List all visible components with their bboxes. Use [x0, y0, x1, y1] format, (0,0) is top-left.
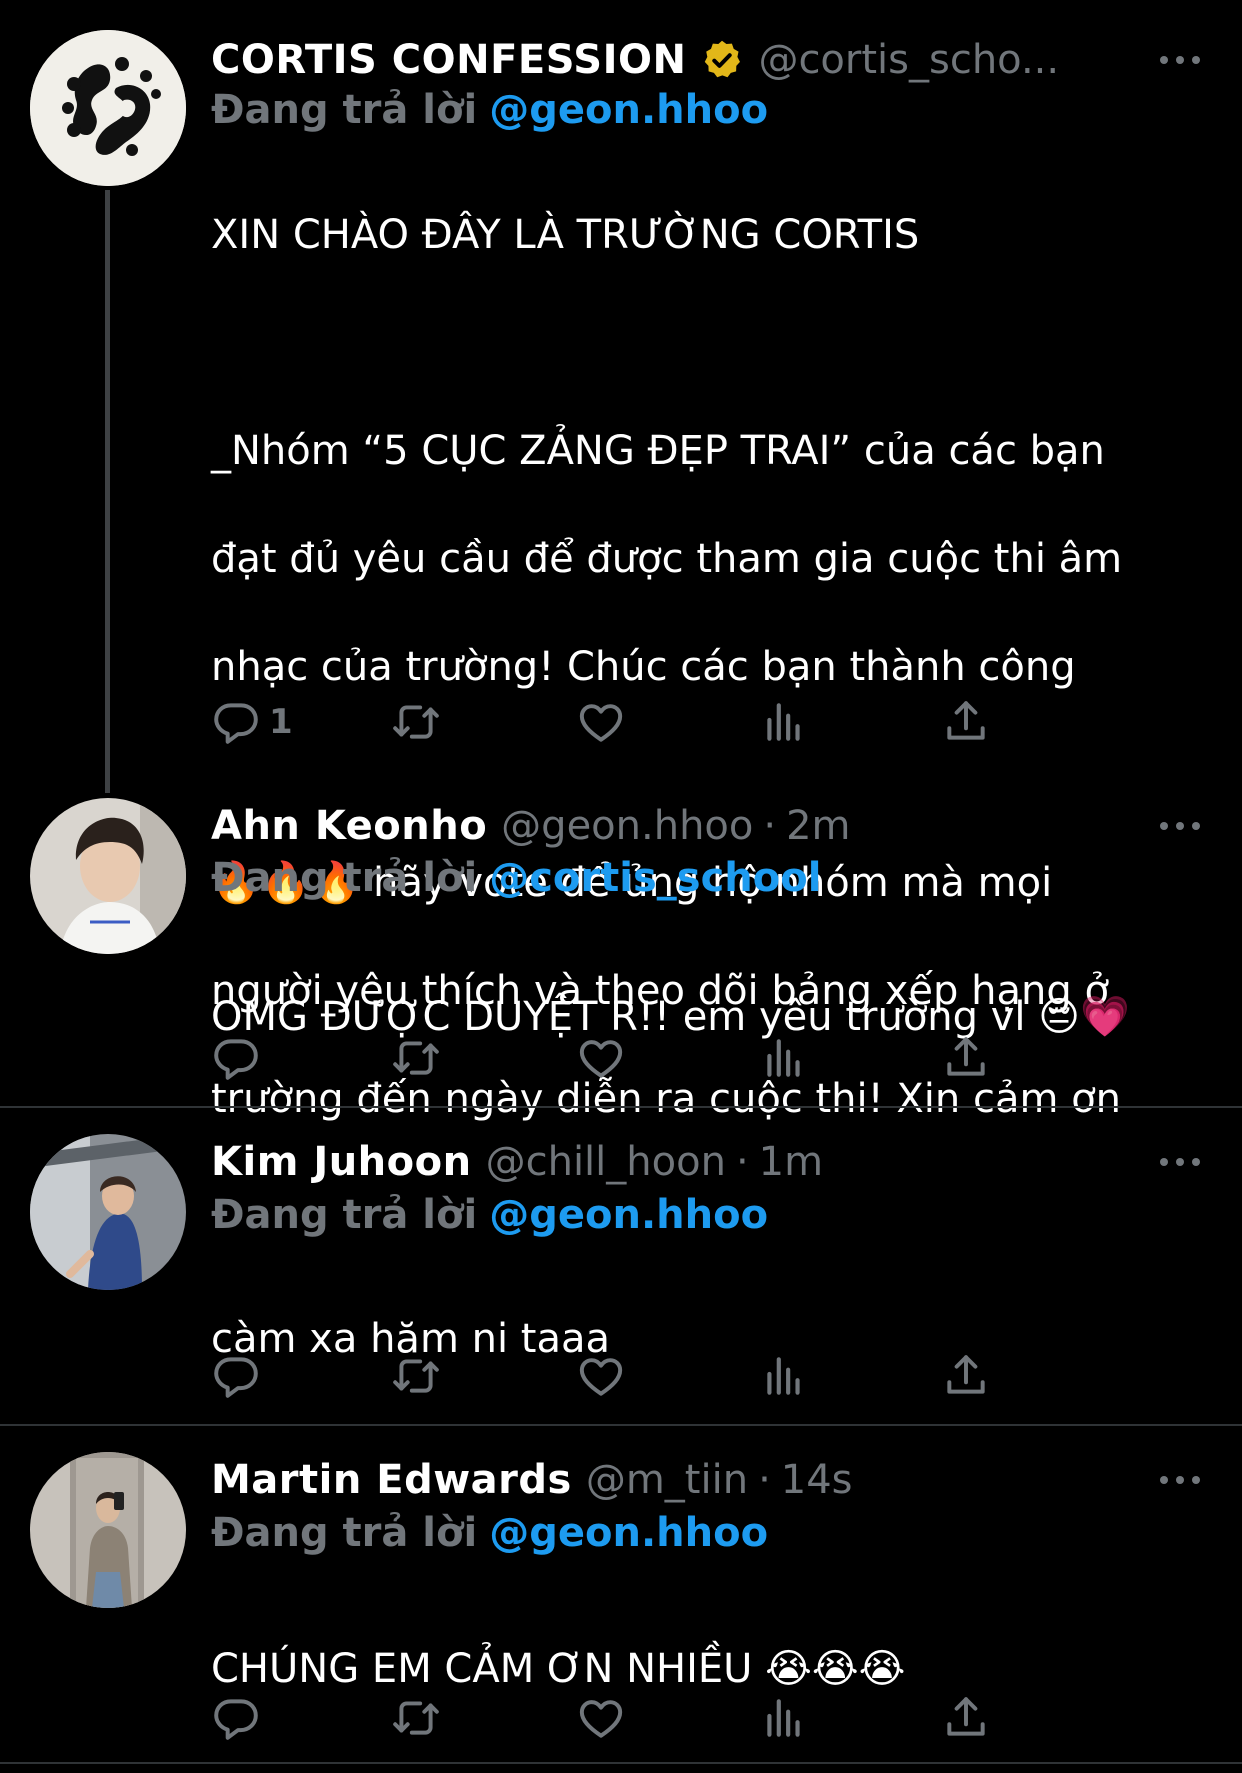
tweet-header: Kim Juhoon @chill_hoon · 1m: [211, 1132, 823, 1192]
timestamp[interactable]: 14s: [781, 1457, 853, 1503]
separator-dot: ·: [735, 1139, 749, 1185]
display-name[interactable]: CORTIS CONFESSION: [211, 37, 686, 83]
retweet-button[interactable]: [391, 1688, 441, 1748]
display-name[interactable]: Ahn Keonho: [211, 803, 487, 849]
reply-icon: [211, 1351, 261, 1401]
avatar[interactable]: [30, 1134, 186, 1290]
replying-to-label: Đang trả lời: [211, 87, 478, 133]
views-button[interactable]: [759, 1688, 809, 1748]
retweet-button[interactable]: [391, 1346, 441, 1406]
like-icon: [576, 1693, 626, 1743]
separator-dot: ·: [758, 1457, 771, 1503]
tweet-text-line: XIN CHÀO ĐÂY LÀ TRƯỜNG CORTIS: [211, 212, 920, 258]
divider: [0, 1762, 1242, 1764]
like-button[interactable]: [576, 692, 626, 752]
tweet-header: Ahn Keonho @geon.hhoo · 2m: [211, 796, 851, 856]
timestamp[interactable]: 1m: [759, 1139, 823, 1185]
display-name[interactable]: Martin Edwards: [211, 1457, 572, 1503]
profile-photo-icon: [30, 798, 186, 954]
tweet-martin-edwards[interactable]: Martin Edwards @m_tiin · 14s Đang trả lờ…: [0, 1426, 1242, 1766]
retweet-button[interactable]: [391, 1028, 441, 1088]
retweet-icon: [391, 1693, 441, 1743]
like-icon: [576, 697, 626, 747]
share-button[interactable]: [941, 692, 991, 752]
tweet-actions: [211, 1688, 1091, 1748]
replying-to: Đang trả lời @geon.hhoo: [211, 82, 768, 138]
retweet-button[interactable]: [391, 692, 441, 752]
views-button[interactable]: [759, 1346, 809, 1406]
replying-to-handle[interactable]: @geon.hhoo: [489, 1510, 768, 1556]
tweet-text-line: đạt đủ yêu cầu để được tham gia cuộc thi…: [211, 536, 1123, 582]
replying-to-label: Đang trả lời: [211, 1192, 478, 1238]
handle[interactable]: @chill_hoon: [486, 1139, 726, 1185]
retweet-icon: [391, 697, 441, 747]
share-icon: [941, 1693, 991, 1743]
views-icon: [759, 1351, 809, 1401]
reply-button[interactable]: [211, 1688, 269, 1748]
retweet-icon: [391, 1351, 441, 1401]
tweet-kim-juhoon[interactable]: Kim Juhoon @chill_hoon · 1m Đang trả lời…: [0, 1108, 1242, 1422]
replying-to: Đang trả lời @cortis_school: [211, 850, 821, 906]
replying-to-handle[interactable]: @geon.hhoo: [489, 1192, 768, 1238]
share-icon: [941, 1351, 991, 1401]
verified-badge-icon[interactable]: [700, 38, 744, 82]
handle[interactable]: @m_tiin: [586, 1457, 748, 1503]
reply-icon: [211, 697, 261, 747]
retweet-icon: [391, 1033, 441, 1083]
handle[interactable]: @geon.hhoo: [501, 803, 753, 849]
replying-to: Đang trả lời @geon.hhoo: [211, 1505, 768, 1561]
views-button[interactable]: [759, 1028, 809, 1088]
share-button[interactable]: [941, 1688, 991, 1748]
avatar[interactable]: [30, 30, 186, 186]
views-icon: [759, 1033, 809, 1083]
reply-count: 1: [269, 702, 293, 742]
share-button[interactable]: [941, 1028, 991, 1088]
like-button[interactable]: [576, 1688, 626, 1748]
tweet-header: CORTIS CONFESSION @cortis_scho...: [211, 30, 1059, 90]
tweet-actions: [211, 1028, 1091, 1088]
share-icon: [941, 1033, 991, 1083]
reply-button[interactable]: [211, 1346, 269, 1406]
more-options-icon[interactable]: [1160, 40, 1200, 80]
profile-photo-icon: [30, 1134, 186, 1290]
avatar[interactable]: [30, 1452, 186, 1608]
tweet-text-line: [211, 316, 1211, 370]
display-name[interactable]: Kim Juhoon: [211, 1139, 472, 1185]
avatar[interactable]: [30, 798, 186, 954]
tweet-text-line: nhạc của trường! Chúc các bạn thành công: [211, 644, 1076, 690]
timestamp[interactable]: 2m: [786, 803, 850, 849]
like-icon: [576, 1351, 626, 1401]
reply-button[interactable]: 1: [211, 692, 293, 752]
more-options-icon[interactable]: [1160, 1460, 1200, 1500]
cortis-logo-icon: [30, 30, 186, 186]
more-options-icon[interactable]: [1160, 806, 1200, 846]
tweet-text-line: _Nhóm “5 CỤC ZẢNG ĐẸP TRAI” của các bạn: [211, 428, 1105, 474]
like-icon: [576, 1033, 626, 1083]
like-button[interactable]: [576, 1028, 626, 1088]
profile-photo-icon: [30, 1452, 186, 1608]
views-icon: [759, 697, 809, 747]
replying-to-handle[interactable]: @geon.hhoo: [489, 87, 768, 133]
replying-to: Đang trả lời @geon.hhoo: [211, 1187, 768, 1243]
share-icon: [941, 697, 991, 747]
views-button[interactable]: [759, 692, 809, 752]
tweet-actions: 1: [211, 692, 1091, 752]
reply-button[interactable]: [211, 1028, 269, 1088]
tweet-cortis-confession[interactable]: CORTIS CONFESSION @cortis_scho... Đang t…: [0, 0, 1242, 1122]
tweet-actions: [211, 1346, 1091, 1406]
reply-icon: [211, 1693, 261, 1743]
separator-dot: ·: [763, 803, 777, 849]
more-options-icon[interactable]: [1160, 1142, 1200, 1182]
replying-to-label: Đang trả lời: [211, 1510, 478, 1556]
views-icon: [759, 1693, 809, 1743]
handle[interactable]: @cortis_scho...: [758, 37, 1059, 83]
replying-to-label: Đang trả lời: [211, 855, 478, 901]
reply-icon: [211, 1033, 261, 1083]
replying-to-handle[interactable]: @cortis_school: [489, 855, 821, 901]
like-button[interactable]: [576, 1346, 626, 1406]
share-button[interactable]: [941, 1346, 991, 1406]
tweet-ahn-keonho[interactable]: Ahn Keonho @geon.hhoo · 2m Đang trả lời …: [0, 790, 1242, 1105]
tweet-header: Martin Edwards @m_tiin · 14s: [211, 1450, 853, 1510]
